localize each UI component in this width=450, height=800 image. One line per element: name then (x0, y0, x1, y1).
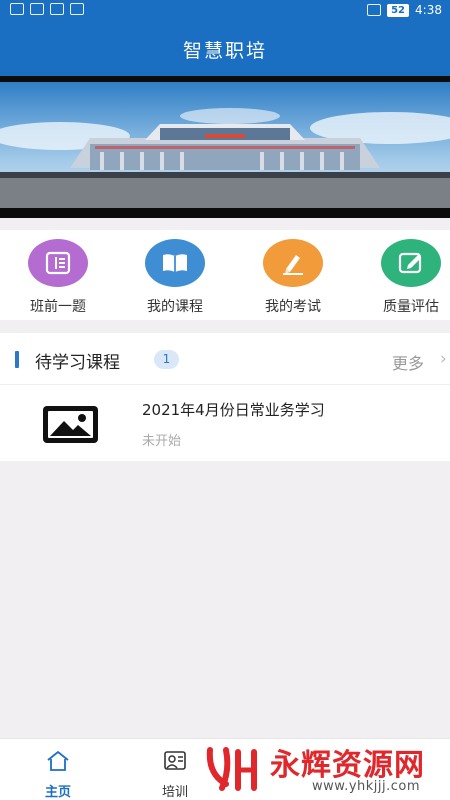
course-status: 未开始 (142, 434, 182, 449)
vibrate-icon (367, 4, 382, 16)
app-title: 智慧职培 (182, 39, 267, 62)
tab-home[interactable]: 主页 (23, 749, 93, 800)
home-icon (47, 750, 69, 771)
wifi-icon (30, 3, 44, 15)
tab-training[interactable]: 培训 (140, 749, 210, 800)
quick-action-label: 质量评估 (383, 299, 439, 315)
signal-icon (10, 3, 24, 15)
chevron-right-icon[interactable]: › (440, 349, 447, 369)
quick-action-label: 我的课程 (147, 299, 203, 315)
course-title: 2021年4月份日常业务学习 (142, 401, 325, 419)
tab-label: 培训 (161, 785, 188, 800)
image-placeholder-icon (42, 405, 99, 444)
book-icon (145, 239, 205, 287)
quick-actions: 班前一题 我的课程 我的考试 质量评估 (0, 230, 450, 320)
quick-action-daily-question[interactable]: 班前一题 (8, 239, 108, 316)
training-icon (164, 751, 186, 770)
course-count-badge: 1 (154, 350, 179, 369)
pending-courses-section: 待学习课程 1 更多 › 2021年4月份日常业务学习 未开始 (0, 333, 450, 461)
status-bar: 52 4:38 (0, 0, 450, 22)
quick-action-my-exams[interactable]: 我的考试 (243, 239, 343, 316)
watermark-url: www.yhkjjj.com (312, 779, 421, 794)
section-header: 待学习课程 1 更多 › (0, 333, 450, 385)
quick-action-label: 班前一题 (30, 299, 86, 315)
more-link[interactable]: 更多 (392, 350, 424, 374)
banner-image[interactable] (0, 76, 450, 218)
section-title: 待学习课程 (35, 353, 120, 373)
watermark-logo (206, 747, 257, 791)
ticket-icon (28, 239, 88, 287)
watermark-text: 永辉资源网 (270, 748, 425, 783)
quick-action-my-courses[interactable]: 我的课程 (125, 239, 225, 316)
quick-action-label: 我的考试 (265, 299, 321, 315)
tab-label: 主页 (44, 785, 71, 800)
pen-icon (263, 239, 323, 287)
eye-icon (50, 3, 64, 15)
status-time: 4:38 (415, 3, 442, 17)
course-list-item[interactable]: 2021年4月份日常业务学习 未开始 (0, 385, 450, 461)
watermark: 永辉资源网 www.yhkjjj.com (202, 738, 450, 800)
nfc-icon (70, 3, 84, 15)
edit-note-icon (381, 239, 441, 287)
station-photo (0, 82, 450, 218)
quick-action-quality-assessment[interactable]: 质量评估 (361, 239, 450, 316)
app-bar: 智慧职培 (0, 22, 450, 76)
section-accent-bar (15, 351, 19, 368)
battery-level: 52 (387, 3, 410, 17)
